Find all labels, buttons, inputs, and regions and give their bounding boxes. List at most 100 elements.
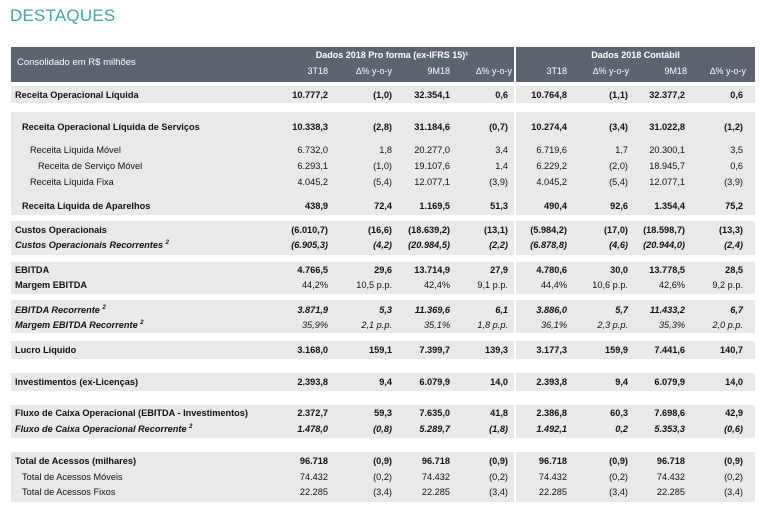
row-label: Total de Acessos Móveis bbox=[22, 472, 123, 482]
row-label: EBITDA bbox=[15, 265, 50, 275]
row-label: Receita Operacional Líquida bbox=[15, 90, 139, 100]
table-row: Receita Líquida de Aparelhos 438,9 72,4 … bbox=[0, 199, 766, 213]
cell: (1,0) bbox=[373, 161, 392, 171]
cell: (0,9) bbox=[609, 456, 628, 466]
cell: (1,8) bbox=[489, 424, 508, 434]
row-label: Total de Acessos Fixos bbox=[22, 487, 116, 497]
cell: 438,9 bbox=[305, 201, 328, 211]
cell: 42,4% bbox=[423, 280, 450, 290]
col-header-3t18-ct: 3T18 bbox=[546, 66, 567, 76]
table-row: Fluxo de Caixa Operacional Recorrente 2 … bbox=[0, 422, 766, 436]
col-header-yoy-pf-2: ∆% y-o-y bbox=[475, 66, 512, 76]
cell: 5,7 bbox=[615, 305, 628, 315]
row-label: Receita Operacional Líquida de Serviços bbox=[22, 122, 200, 132]
cell: 96.718 bbox=[299, 456, 328, 466]
col-header-9m18-ct: 9M18 bbox=[664, 66, 687, 76]
cell: 9,4 bbox=[379, 377, 392, 387]
cell: 1,4 bbox=[495, 161, 508, 171]
row-label: Margem EBITDA bbox=[15, 280, 87, 290]
cell: (16,6) bbox=[367, 225, 392, 235]
cell: (6.905,3) bbox=[291, 240, 328, 250]
cell: 74.432 bbox=[538, 472, 567, 482]
cell: 11.433,2 bbox=[649, 305, 685, 315]
row-label: Receita Líquida Fixa bbox=[30, 177, 114, 187]
cell: 3.168,0 bbox=[297, 345, 328, 355]
col-header-yoy-pf-1: ∆% y-o-y bbox=[355, 66, 392, 76]
cell: 0,6 bbox=[730, 161, 743, 171]
cell: 42,9 bbox=[725, 408, 743, 418]
cell: 5.353,3 bbox=[654, 424, 685, 434]
cell: 4.045,2 bbox=[536, 177, 567, 187]
cell: 0,6 bbox=[495, 90, 508, 100]
cell: 6.079,9 bbox=[654, 377, 685, 387]
cell: 42,6% bbox=[658, 280, 685, 290]
cell: 92,6 bbox=[610, 201, 628, 211]
table-header-proforma: Dados 2018 Pro forma (ex-IFRS 15)¹ 3T18 … bbox=[270, 47, 514, 82]
cell: (3,9) bbox=[724, 177, 743, 187]
cell: (0,9) bbox=[724, 456, 743, 466]
cell: (18.598,7) bbox=[643, 225, 685, 235]
row-label-text: EBITDA Recorrente bbox=[15, 305, 100, 315]
cell: 44,2% bbox=[301, 280, 328, 290]
cell: (1,2) bbox=[724, 122, 743, 132]
row-label: Custos Operacionais Recorrentes 2 bbox=[15, 238, 169, 252]
cell: 74.432 bbox=[299, 472, 328, 482]
cell: (3,4) bbox=[609, 487, 628, 497]
cell: 29,6 bbox=[374, 265, 392, 275]
cell: 6,7 bbox=[730, 305, 743, 315]
cell: 7.635,0 bbox=[419, 408, 450, 418]
cell: 7.399,7 bbox=[419, 345, 450, 355]
table-row: Fluxo de Caixa Operacional (EBITDA - Inv… bbox=[0, 406, 766, 420]
table-row: Lucro Líquido 3.168,0 159,1 7.399,7 139,… bbox=[0, 343, 766, 357]
table-header-label-cell: Consolidado em R$ milhões bbox=[11, 47, 270, 82]
group-title-proforma: Dados 2018 Pro forma (ex-IFRS 15)¹ bbox=[315, 50, 469, 60]
cell: 0,2 bbox=[615, 424, 628, 434]
cell: 96.718 bbox=[656, 456, 685, 466]
table-row: EBITDA 4.766,5 29,6 13.714,9 27,9 4.780,… bbox=[0, 263, 766, 277]
cell: 2.393,8 bbox=[297, 377, 328, 387]
row-label: Margem EBITDA Recorrente 2 bbox=[15, 318, 144, 332]
cell: (3,9) bbox=[489, 177, 508, 187]
cell: (4,6) bbox=[609, 240, 628, 250]
cell: 35,3% bbox=[658, 320, 685, 330]
table-row: Margem EBITDA Recorrente 2 35,9% 2,1 p.p… bbox=[0, 318, 766, 332]
cell: 2.372,7 bbox=[297, 408, 328, 418]
cell: 59,3 bbox=[374, 408, 392, 418]
cell: (0,9) bbox=[373, 456, 392, 466]
footnote-marker: 2 bbox=[189, 424, 193, 430]
cell: (1,1) bbox=[609, 90, 628, 100]
table-row: Receita Operacional Líquida 10.777,2 (1,… bbox=[0, 88, 766, 102]
footnote-marker: 2 bbox=[102, 305, 106, 311]
cell: 1.169,5 bbox=[419, 201, 450, 211]
cell: 96.718 bbox=[538, 456, 567, 466]
cell: 1,8 p.p. bbox=[477, 320, 508, 330]
cell: (2,8) bbox=[373, 122, 392, 132]
cell: 10,5 p.p. bbox=[356, 280, 392, 290]
cell: 35,9% bbox=[301, 320, 328, 330]
cell: 6.732,0 bbox=[297, 145, 328, 155]
row-label-text: Fluxo de Caixa Operacional Recorrente bbox=[15, 424, 187, 434]
cell: 3.886,0 bbox=[536, 305, 567, 315]
cell: (0,6) bbox=[724, 424, 743, 434]
header-left-label: Consolidado em R$ milhões bbox=[17, 57, 136, 68]
cell: (0,8) bbox=[373, 424, 392, 434]
row-label: EBITDA Recorrente 2 bbox=[15, 303, 106, 317]
row-label: Total de Acessos (milhares) bbox=[15, 456, 137, 466]
row-label: Fluxo de Caixa Operacional Recorrente 2 bbox=[15, 422, 192, 436]
cell: (5.984,2) bbox=[530, 225, 567, 235]
cell: 4.780,6 bbox=[536, 265, 567, 275]
cell: (0,2) bbox=[489, 472, 508, 482]
cell: (4,2) bbox=[373, 240, 392, 250]
cell: 9,2 p.p. bbox=[712, 280, 743, 290]
cell: 490,4 bbox=[544, 201, 567, 211]
table-row: Investimentos (ex-Licenças) 2.393,8 9,4 … bbox=[0, 375, 766, 389]
cell: 18.945,7 bbox=[649, 161, 685, 171]
cell: 22.285 bbox=[656, 487, 685, 497]
row-label: Receita Líquida de Aparelhos bbox=[22, 201, 151, 211]
cell: 3,5 bbox=[730, 145, 743, 155]
cell: 2,1 p.p. bbox=[361, 320, 392, 330]
cell: 3.177,3 bbox=[536, 345, 567, 355]
table-row: Total de Acessos Fixos 22.285 (3,4) 22.2… bbox=[0, 485, 766, 499]
col-header-yoy-ct-1: ∆% y-o-y bbox=[592, 66, 629, 76]
table-row: Custos Operacionais (6.010,7) (16,6) (18… bbox=[0, 223, 766, 237]
